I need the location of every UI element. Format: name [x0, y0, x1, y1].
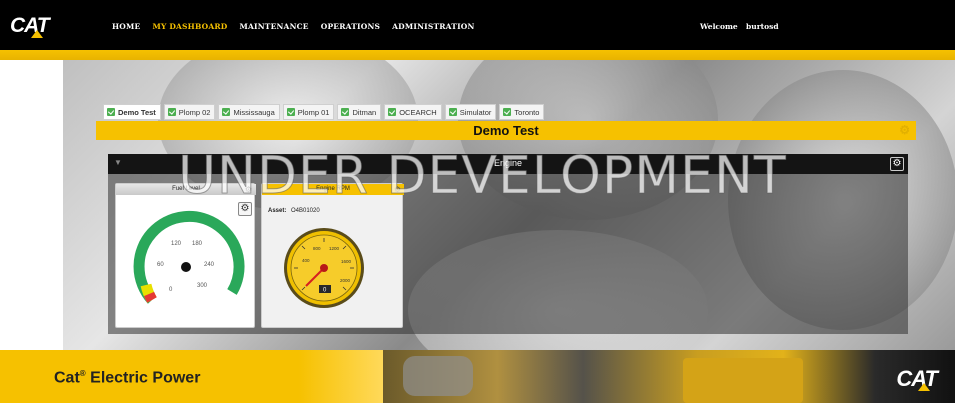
tab-label: Ditman [352, 107, 377, 117]
gauge-tick-label: 0 [169, 287, 173, 293]
tab-check-icon [388, 108, 397, 116]
tab-simulator[interactable]: Simulator [444, 104, 497, 120]
footer-brand-name: Cat [54, 369, 80, 387]
gauge-red-arc [143, 291, 157, 303]
tab-label: Simulator [459, 107, 492, 117]
tab-ditman[interactable]: Ditman [337, 104, 382, 120]
tab-label: Plomp 02 [178, 107, 211, 117]
tab-label: Demo Test [118, 107, 156, 117]
under-development-watermark: UNDER DEVELOPMENT [178, 146, 787, 207]
gauge-tick-label: 60 [157, 262, 164, 268]
tab-check-icon [167, 108, 176, 116]
tab-check-icon [107, 108, 115, 116]
tab-mississauga[interactable]: Mississauga [218, 104, 280, 120]
registered-mark: ® [79, 369, 86, 378]
footer-brand-suffix: Electric Power [90, 369, 201, 387]
dashboard-tabs: Demo Test Plomp 02 Mississauga Plomp 01 … [103, 104, 545, 120]
main-nav: HOME MY DASHBOARD MAINTENANCE OPERATIONS… [112, 22, 475, 31]
tab-check-icon [286, 108, 295, 116]
dashboard-title-bar: Demo Test ⚙ [96, 121, 916, 140]
footer-photo-shape [403, 356, 473, 396]
footer-banner: Cat® Electric Power CAT [0, 350, 955, 403]
tab-toronto[interactable]: Toronto [499, 104, 545, 120]
cat-logo[interactable]: CAT [10, 14, 50, 38]
tab-label: Toronto [514, 107, 540, 117]
logo-triangle-icon [918, 383, 931, 391]
header-accent-stripe [0, 50, 955, 60]
footer-brand-panel: Cat® Electric Power [0, 350, 383, 403]
tab-ocearch[interactable]: OCEARCH [384, 104, 442, 120]
gauge-tick-label: 2000 [340, 278, 351, 283]
nav-my-dashboard[interactable]: MY DASHBOARD [152, 22, 227, 31]
footer-generator-image [383, 350, 955, 403]
gauge-tick-label: 120 [171, 241, 182, 247]
username-link[interactable]: burtosd [746, 22, 779, 31]
nav-administration[interactable]: ADMINISTRATION [392, 22, 474, 31]
tab-check-icon [503, 108, 512, 116]
scene-left-margin [8, 60, 63, 350]
top-nav-bar: CAT HOME MY DASHBOARD MAINTENANCE OPERAT… [0, 0, 955, 50]
footer-cat-logo: CAT [896, 366, 938, 392]
logo-triangle-icon [31, 30, 43, 38]
tab-label: Mississauga [233, 107, 275, 117]
gauge-tick-label: 400 [302, 258, 310, 263]
nav-operations[interactable]: OPERATIONS [321, 22, 380, 31]
gauge-tick-label: 300 [197, 283, 208, 289]
gauge-tick-label: 800 [313, 246, 321, 251]
welcome-label: Welcome [700, 22, 738, 31]
footer-logo-text: CAT [896, 366, 938, 391]
gauge-tick-label: 1600 [341, 259, 352, 264]
tab-demo-test[interactable]: Demo Test [103, 104, 161, 120]
gear-icon[interactable]: ⚙ [899, 124, 910, 136]
tab-label: OCEARCH [399, 107, 437, 117]
tab-check-icon [222, 108, 231, 116]
footer-brand-text: Cat® Electric Power [54, 369, 200, 387]
tab-plomp-01[interactable]: Plomp 01 [282, 104, 335, 120]
nav-home[interactable]: HOME [112, 22, 140, 31]
panel-settings-gear-icon[interactable]: ⚙ [890, 157, 904, 171]
tab-label: Plomp 01 [297, 107, 330, 117]
tab-check-icon [448, 108, 457, 116]
gauge-tick-label: 180 [192, 241, 203, 247]
tab-plomp-02[interactable]: Plomp 02 [163, 104, 216, 120]
gauge-tick-label: 1200 [329, 246, 340, 251]
gauge-green-arc [133, 210, 245, 304]
tab-check-icon [341, 108, 350, 116]
footer-photo-shape [683, 358, 803, 403]
page: CAT HOME MY DASHBOARD MAINTENANCE OPERAT… [0, 0, 955, 403]
gauge-needle-hub [181, 262, 191, 272]
gauge-tick-label: 240 [204, 262, 215, 268]
nav-maintenance[interactable]: MAINTENANCE [240, 22, 309, 31]
gauge-needle-hub [320, 264, 328, 272]
dashboard-title: Demo Test [473, 123, 539, 138]
